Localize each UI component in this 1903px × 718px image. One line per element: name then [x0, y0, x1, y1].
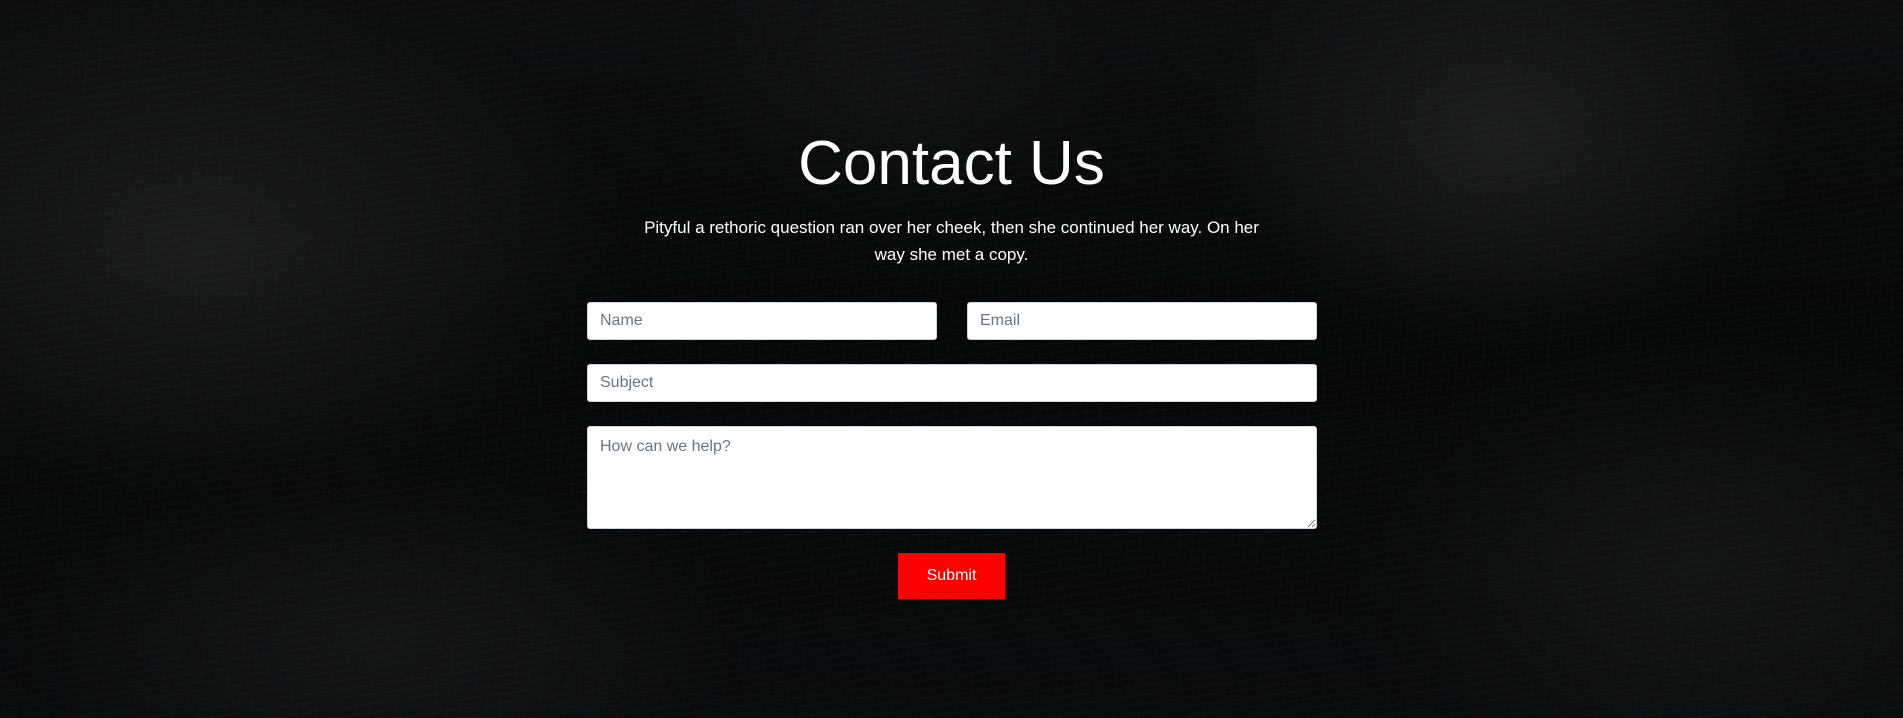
page-description: Pityful a rethoric question ran over her…: [644, 218, 1259, 264]
submit-button[interactable]: Submit: [898, 553, 1005, 599]
subject-input[interactable]: [587, 364, 1317, 402]
page-title: Contact Us: [798, 129, 1105, 198]
name-input[interactable]: [587, 302, 937, 340]
contact-section: Contact Us Pityful a rethoric question r…: [0, 0, 1903, 718]
email-input[interactable]: [967, 302, 1317, 340]
message-textarea[interactable]: [587, 426, 1317, 529]
